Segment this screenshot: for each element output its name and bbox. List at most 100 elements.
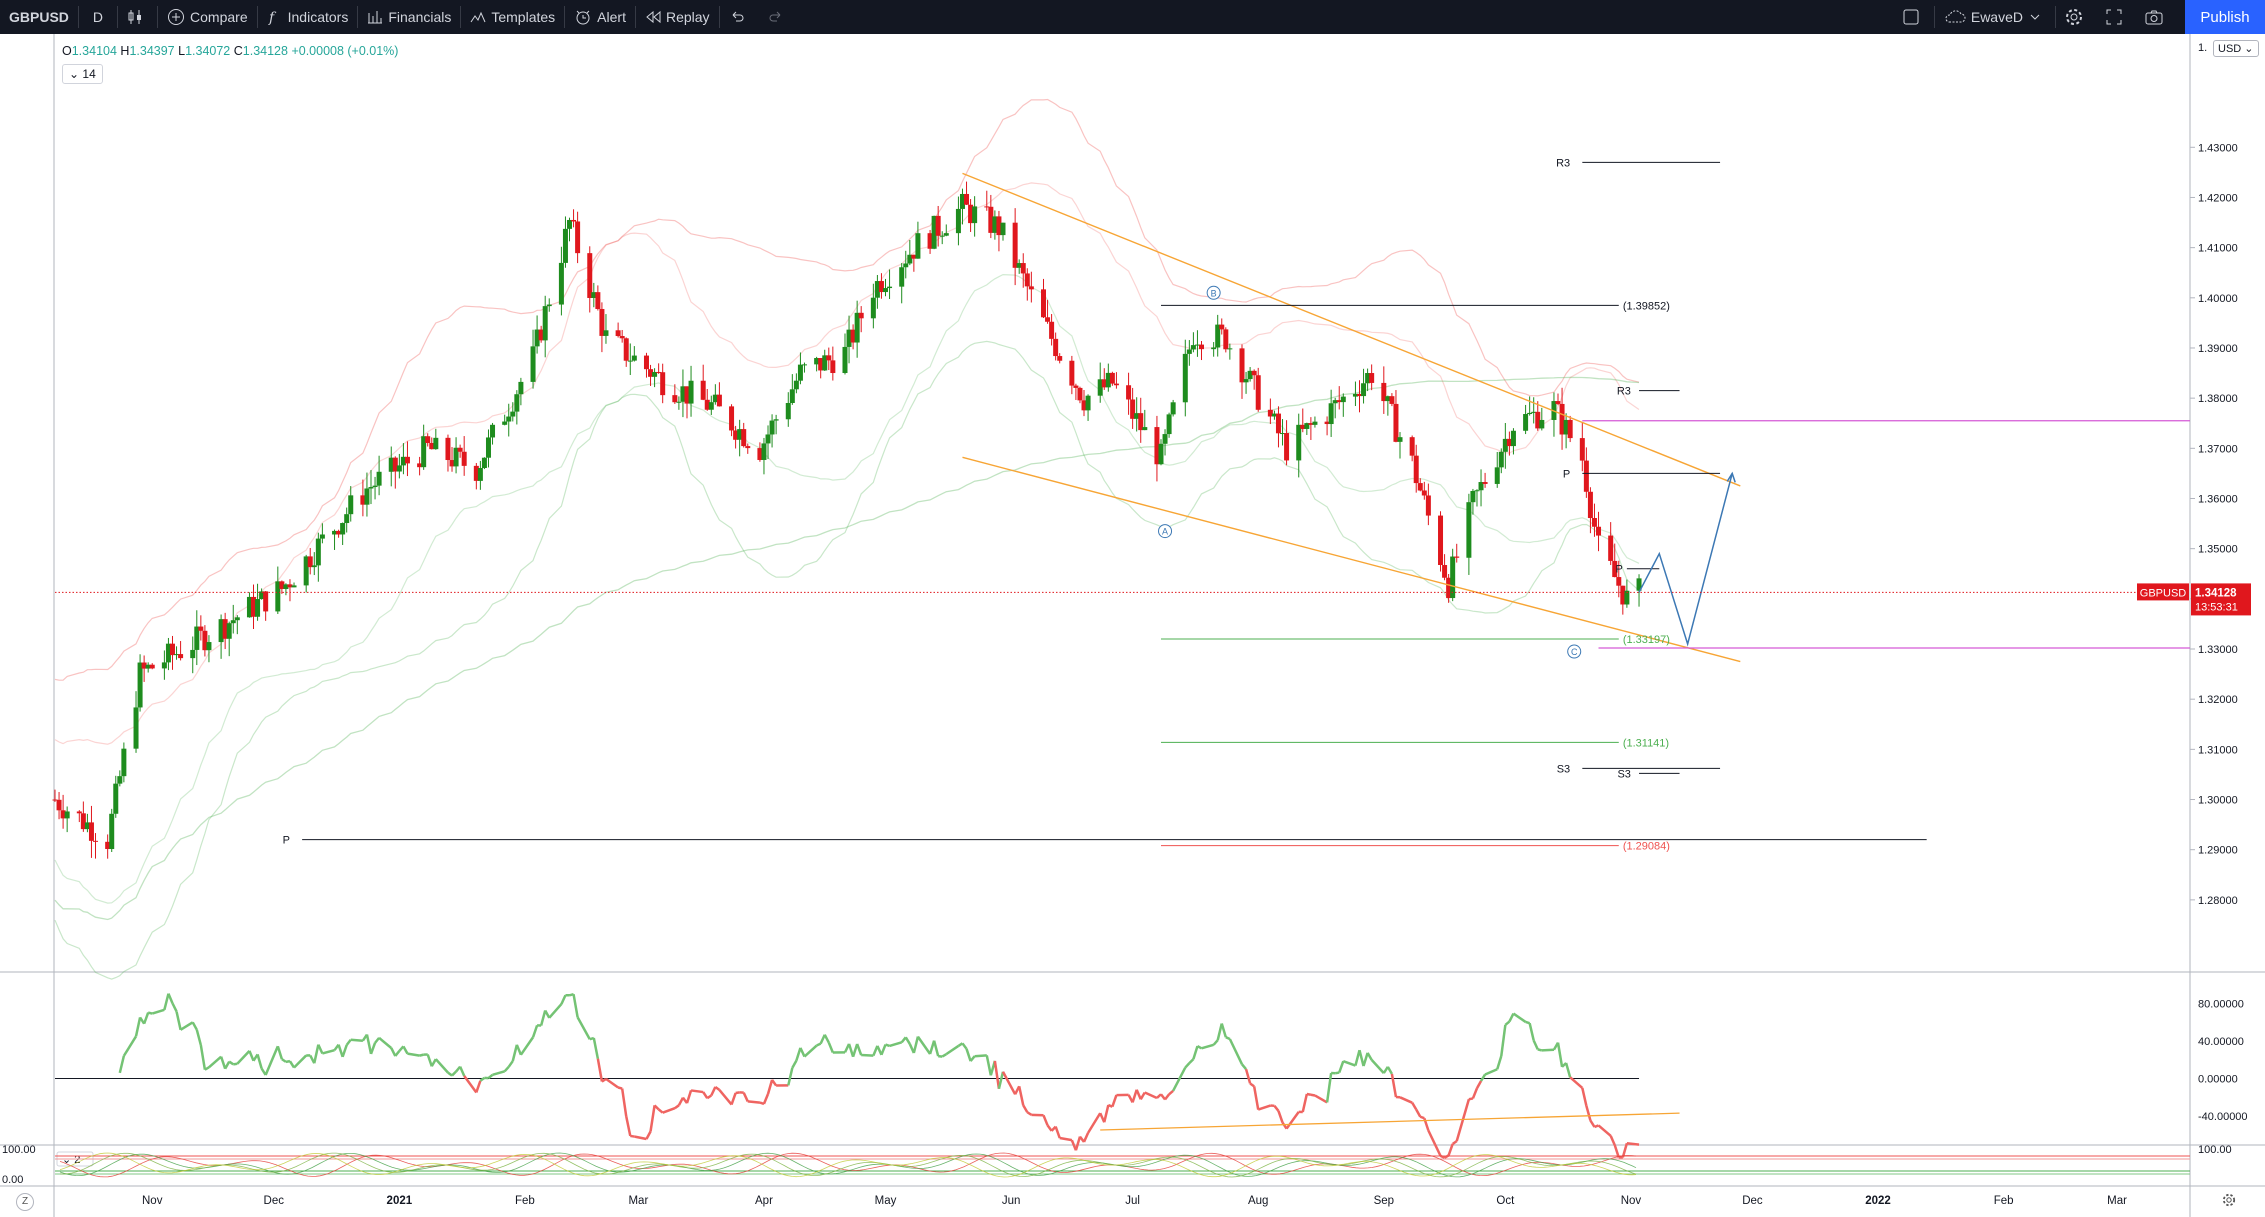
candle-body (773, 419, 779, 421)
chart-canvas[interactable]: (1.39852) (1.33197) (1.31141) (1.29084) R3 R3… (0, 34, 2265, 1217)
candle-body (64, 811, 70, 819)
candle-body (1073, 385, 1079, 388)
currency-button[interactable]: USD ⌄ (2213, 40, 2259, 57)
gear-icon (2066, 9, 2082, 25)
candle-body (1251, 370, 1257, 376)
candle-body (263, 591, 269, 612)
candle-body (206, 642, 212, 651)
alert-button[interactable]: Alert (565, 0, 635, 34)
candle-body (858, 312, 864, 319)
oscillator-line (714, 1085, 721, 1091)
channel-lower-line (962, 456, 1741, 663)
oscillator-line (1399, 1096, 1413, 1104)
oscillator-line (1241, 1063, 1248, 1071)
candle-body (1162, 434, 1168, 444)
candle-body (490, 424, 496, 438)
oscillator-line (1362, 1052, 1369, 1067)
candle-body (396, 465, 402, 472)
templates-button[interactable]: Templates (461, 0, 564, 34)
candle-body (348, 495, 354, 515)
plus-circle-icon (168, 9, 185, 25)
candle-body (230, 620, 236, 624)
oscillator-line (912, 1036, 920, 1054)
financials-button[interactable]: Financials (358, 0, 460, 34)
oscillator-line (1564, 1062, 1572, 1078)
oscillator-line (880, 1044, 887, 1056)
oscillator-line (293, 1054, 308, 1069)
time-axis-label: Sep (1374, 1195, 1394, 1207)
oscillator-line (1022, 1104, 1029, 1113)
oscillator-line (1192, 1045, 1199, 1060)
oscillator-line (264, 1045, 279, 1076)
oscillator-line (1370, 1059, 1385, 1074)
candle-body (1340, 396, 1346, 403)
oscillator-line (151, 1008, 165, 1015)
oscillator-line (1581, 1087, 1588, 1107)
oscillator-line (228, 1060, 234, 1066)
low-value: 1.34072 (185, 44, 231, 58)
fib-label: (1.39852) (1623, 300, 1670, 312)
compare-button[interactable]: Compare (158, 0, 257, 34)
indicator-collapse-button[interactable]: ⌄ 14 (62, 64, 103, 84)
oscillator-line (1168, 1089, 1174, 1096)
candle-body (789, 389, 795, 404)
replay-button[interactable]: Replay (636, 0, 719, 34)
publish-button[interactable]: Publish (2185, 0, 2265, 34)
oscillator-line (519, 1036, 535, 1056)
zoom-button[interactable]: Z (16, 1193, 34, 1211)
oscillator-line (630, 1134, 635, 1138)
stochastic-pane: 100.000.00100.00⌄ 2 (2, 1144, 2232, 1186)
oscillator-line (195, 1029, 203, 1046)
candle-body (1361, 383, 1367, 397)
price-tick-label: 1.35000 (2198, 544, 2238, 556)
oscillator-line (1411, 1102, 1418, 1111)
layout-button[interactable]: EwaveD (1935, 0, 2055, 34)
settings-button[interactable] (2056, 0, 2097, 34)
candle-body (1369, 373, 1375, 383)
fullscreen-button[interactable] (2097, 0, 2136, 34)
candle-body (1438, 515, 1444, 566)
undo-button[interactable] (720, 0, 759, 34)
candle-body (1024, 273, 1030, 287)
candle-body (1190, 345, 1196, 350)
fullscreen-square-button[interactable] (1893, 0, 1934, 34)
candle-body (88, 822, 94, 841)
snapshot-button[interactable] (2136, 0, 2177, 34)
oscillator-line (503, 1065, 510, 1073)
interval-button[interactable]: D (79, 0, 117, 34)
candle-body (1312, 421, 1318, 425)
oscillator-line (1427, 1129, 1442, 1157)
time-axis-label: 2021 (387, 1195, 413, 1207)
candle-body (169, 643, 175, 656)
oscillator-line (985, 1055, 993, 1076)
oscillator-line (997, 1071, 1005, 1090)
ohlc-legend: O1.34104 H1.34397 L1.34072 C1.34128 +0.0… (62, 44, 398, 58)
candle-body (364, 488, 370, 505)
currency-label: USD (2218, 43, 2242, 55)
chevron-down-icon: ⌄ (2244, 43, 2254, 55)
oscillator-line (1471, 1087, 1479, 1099)
candle-body (546, 304, 552, 307)
candle-body (291, 585, 297, 588)
candle-body (603, 330, 609, 336)
oscillator-line (1086, 1112, 1102, 1134)
chart-settings-button[interactable] (2222, 1193, 2236, 1210)
oscillator-line (1201, 1043, 1214, 1050)
oscillator-line (649, 1105, 656, 1132)
redo-button[interactable] (759, 0, 798, 34)
templates-label: Templates (491, 9, 556, 25)
symbol-search[interactable]: GBPUSD (0, 0, 78, 34)
candle-body (1474, 490, 1480, 492)
candle-body (1539, 419, 1545, 429)
candle-body (972, 206, 978, 224)
pivot-label: R3 (1556, 157, 1570, 169)
candle-body (1425, 495, 1431, 516)
chart-type-button[interactable] (118, 0, 157, 34)
candle-body (1158, 443, 1164, 465)
candle-body (190, 649, 196, 659)
oscillator-line (645, 1130, 652, 1140)
indicators-button[interactable]: f Indicators (258, 0, 358, 34)
candle-body (672, 395, 678, 403)
candle-body (1466, 502, 1472, 558)
candle-body (1198, 344, 1204, 350)
